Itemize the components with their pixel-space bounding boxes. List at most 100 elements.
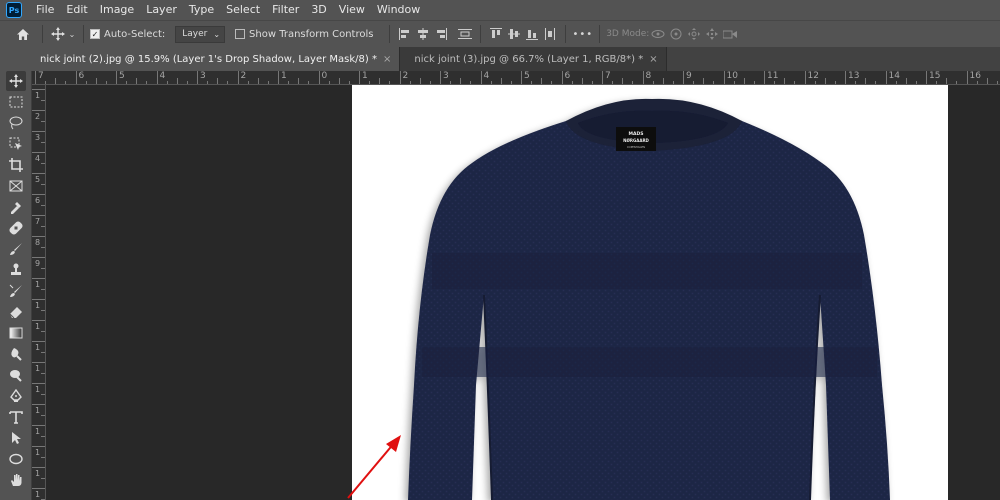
more-options-icon[interactable]: ••• xyxy=(572,24,593,44)
close-icon[interactable]: × xyxy=(649,54,657,65)
menu-3d[interactable]: 3D xyxy=(305,0,332,20)
move-tool-icon[interactable] xyxy=(6,71,26,91)
ruler-major-tick xyxy=(359,71,360,84)
3d-roll-icon[interactable] xyxy=(667,24,685,44)
distribute-icon[interactable] xyxy=(456,24,474,44)
ruler-label: 3 xyxy=(200,71,206,81)
align-top-edges-icon[interactable] xyxy=(487,24,505,44)
ruler-minor-tick xyxy=(41,162,45,164)
ruler-minor-tick xyxy=(41,498,45,500)
clone-stamp-tool-icon[interactable] xyxy=(6,260,26,280)
ruler-major-tick xyxy=(845,71,846,84)
move-tool-icon[interactable] xyxy=(49,24,67,44)
auto-select-checkbox[interactable]: ✓ xyxy=(90,29,100,39)
ruler-minor-tick xyxy=(753,81,755,84)
ruler-label: 4 xyxy=(35,154,41,163)
type-tool-icon[interactable] xyxy=(6,407,26,427)
menu-type[interactable]: Type xyxy=(183,0,220,20)
ruler-major-tick xyxy=(32,215,45,216)
3d-scale-camera-icon[interactable] xyxy=(721,24,739,44)
ruler-label: 12 xyxy=(807,71,819,81)
dodge-tool-icon[interactable] xyxy=(6,365,26,385)
tab-document-1[interactable]: nick joint (2).jpg @ 15.9% (Layer 1's Dr… xyxy=(0,47,401,71)
ruler-minor-tick xyxy=(581,78,583,84)
ruler-major-tick xyxy=(75,71,77,84)
ruler-major-tick xyxy=(32,173,45,174)
ruler-label: 11 xyxy=(767,71,779,81)
ruler-minor-tick xyxy=(703,78,705,84)
history-brush-tool-icon[interactable] xyxy=(6,281,26,301)
gradient-tool-icon[interactable] xyxy=(6,323,26,343)
ruler-label: 2 xyxy=(402,71,409,81)
ruler-major-tick xyxy=(32,383,45,384)
ruler-major-tick xyxy=(32,89,45,90)
ruler-minor-tick xyxy=(450,81,452,84)
ruler-minor-tick xyxy=(298,78,300,84)
align-extra-icon[interactable] xyxy=(541,24,559,44)
document-canvas[interactable]: MADS NØRGAARD COPENHAGEN xyxy=(352,85,948,500)
blur-tool-icon[interactable] xyxy=(6,344,26,364)
menu-filter[interactable]: Filter xyxy=(266,0,305,20)
ruler-label: 1 xyxy=(35,406,41,415)
3d-orbit-icon[interactable] xyxy=(649,24,667,44)
ruler-minor-tick xyxy=(976,81,978,84)
align-bottom-edges-icon[interactable] xyxy=(523,24,541,44)
tab-document-2[interactable]: nick joint (3).jpg @ 66.7% (Layer 1, RGB… xyxy=(400,47,667,71)
menu-select[interactable]: Select xyxy=(220,0,266,20)
brush-tool-icon[interactable] xyxy=(6,239,26,259)
close-icon[interactable]: × xyxy=(383,54,391,65)
ruler-label: 15 xyxy=(929,71,941,81)
align-vertical-centers-icon[interactable] xyxy=(505,24,523,44)
align-left-edges-icon[interactable] xyxy=(396,24,414,44)
document-tab-bar: nick joint (2).jpg @ 15.9% (Layer 1's Dr… xyxy=(0,47,1000,71)
3d-slide-icon[interactable] xyxy=(703,24,721,44)
lasso-tool-icon[interactable] xyxy=(6,113,26,133)
brand-label-line2: NØRGAARD xyxy=(623,138,649,143)
layer-dropdown[interactable]: Layer ⌄ xyxy=(175,25,226,43)
chevron-down-icon[interactable]: ⌄ xyxy=(67,24,77,44)
ruler-minor-tick xyxy=(41,393,45,395)
ruler-minor-tick xyxy=(379,78,381,84)
pen-tool-icon[interactable] xyxy=(6,386,26,406)
eraser-tool-icon[interactable] xyxy=(6,302,26,322)
ruler-label: 9 xyxy=(35,259,41,268)
layer-dropdown-value: Layer xyxy=(182,29,208,39)
crop-tool-icon[interactable] xyxy=(6,155,26,175)
marquee-tool-icon[interactable] xyxy=(6,92,26,112)
ruler-minor-tick xyxy=(733,81,735,84)
ruler-label: 14 xyxy=(888,71,900,81)
menu-layer[interactable]: Layer xyxy=(140,0,183,20)
ruler-label: 13 xyxy=(848,71,860,81)
ellipse-tool-icon[interactable] xyxy=(6,449,26,469)
ruler-major-tick xyxy=(642,71,644,84)
ruler-minor-tick xyxy=(743,78,745,84)
ruler-minor-tick xyxy=(146,81,148,84)
menu-file[interactable]: File xyxy=(30,0,60,20)
ruler-minor-tick xyxy=(531,81,533,84)
menu-image[interactable]: Image xyxy=(94,0,140,20)
ruler-minor-tick xyxy=(41,225,45,227)
menu-view[interactable]: View xyxy=(333,0,371,20)
ruler-label: 0 xyxy=(321,71,328,81)
3d-drag-icon[interactable] xyxy=(685,24,703,44)
eyedropper-tool-icon[interactable] xyxy=(6,197,26,217)
ruler-minor-tick xyxy=(622,78,624,84)
ruler-major-tick xyxy=(440,71,441,84)
home-icon[interactable] xyxy=(10,24,36,44)
ruler-minor-tick xyxy=(338,78,340,84)
menu-edit[interactable]: Edit xyxy=(60,0,93,20)
object-selection-tool-icon[interactable] xyxy=(6,134,26,154)
menu-window[interactable]: Window xyxy=(371,0,426,20)
ruler-major-tick xyxy=(32,131,45,132)
path-selection-tool-icon[interactable] xyxy=(6,428,26,448)
align-right-edges-icon[interactable] xyxy=(432,24,450,44)
show-transform-controls-checkbox[interactable] xyxy=(235,29,246,39)
ruler-minor-tick xyxy=(41,309,45,311)
frame-tool-icon[interactable] xyxy=(6,176,26,196)
ruler-minor-tick xyxy=(915,81,917,84)
hand-tool-icon[interactable] xyxy=(6,470,26,490)
ruler-minor-tick xyxy=(996,81,998,84)
healing-brush-tool-icon[interactable] xyxy=(6,218,26,238)
align-horizontal-centers-icon[interactable] xyxy=(414,24,432,44)
ruler-minor-tick xyxy=(814,81,816,84)
